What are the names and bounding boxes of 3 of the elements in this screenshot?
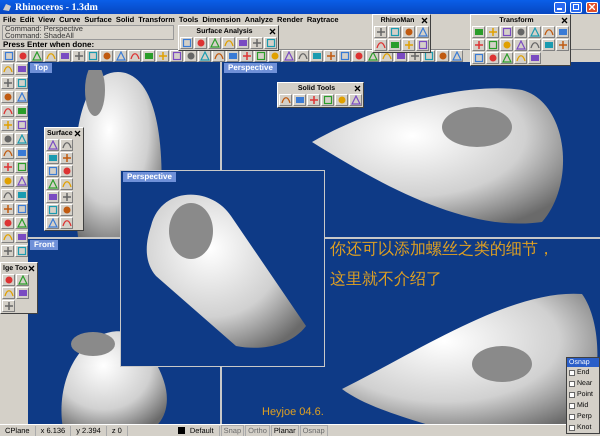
annotation-text: 你还可以添加螺丝之类的细节， 这里就不介绍了 [330, 238, 554, 290]
signature-text: Heyjoe 04.6. [262, 406, 324, 418]
window-title: Rhinoceros - 1.3dm [15, 2, 98, 12]
